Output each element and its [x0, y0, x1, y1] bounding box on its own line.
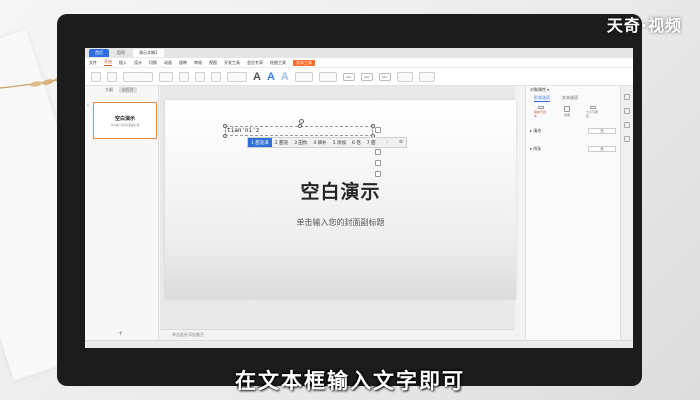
menu-item-start[interactable]: 开始 [104, 59, 112, 66]
panel-header[interactable]: 对象属性 ▾ [526, 86, 620, 94]
slide-thumbnail-panel: 大纲 幻灯片 1 空白演示 单击输入您的封面副标题 + [85, 86, 159, 340]
ime-next-page-icon[interactable]: › [386, 140, 391, 145]
resize-handle[interactable] [298, 124, 302, 128]
tab-daoke[interactable]: 稻壳 [111, 49, 131, 57]
line-row[interactable]: ▸ 线条 无 [526, 140, 620, 158]
menu-item-slideshow[interactable]: 放映 [179, 60, 187, 66]
text-direction-icon[interactable] [227, 71, 247, 82]
text-style-a-blue-icon[interactable]: A [267, 71, 275, 83]
layout-options-icon[interactable] [375, 127, 381, 133]
notes-pane[interactable]: 单击此处添加备注 [160, 329, 515, 340]
fill-and-line-icon[interactable]: 填充与线条 [534, 106, 548, 118]
new-slide-icon[interactable] [107, 71, 117, 82]
add-slide-icon[interactable]: + [118, 330, 123, 337]
menu-item-insert[interactable]: 插入 [119, 60, 127, 66]
side-tool-icon[interactable] [624, 136, 630, 142]
status-bar [85, 340, 633, 348]
menu-item-view[interactable]: 视图 [209, 60, 217, 66]
slide[interactable]: tian'ni'z 1 甜泥泽 2 甜泥 3 田你 4 填补 5 添加 6 恬 … [165, 100, 516, 299]
left-panel-tabs: 大纲 幻灯片 [85, 86, 158, 94]
menu-item-member[interactable]: 会员专享 [247, 60, 263, 66]
line-dropdown[interactable]: 无 [588, 146, 616, 152]
ime-candidate-bar: 1 甜泥泽 2 甜泥 3 田你 4 填补 5 添加 6 恬 7 甜 › ⚙ [247, 137, 407, 148]
video-caption: 在文本框输入文字即可 [235, 369, 465, 393]
slide-subtitle[interactable]: 单击输入您的封面副标题 [165, 217, 516, 228]
floating-toolbar [375, 127, 381, 177]
resize-handle[interactable] [223, 134, 227, 138]
ribbon-toolbar: A A A Abc Abc Abc [85, 68, 633, 86]
tab-document[interactable]: 演示文稿1 [133, 49, 164, 57]
text-box[interactable]: tian'ni'z [223, 124, 375, 138]
text-effect-icon[interactable] [318, 71, 337, 82]
tab-shape-options[interactable]: 形状选项 [534, 95, 550, 102]
panel-tabs: 形状选项 文本选项 [526, 94, 620, 102]
object-properties-panel: 对象属性 ▾ 形状选项 文本选项 填充与线条 效果 大小与属性 ▸ 填充 无 ▸… [525, 86, 620, 340]
tab-home[interactable]: 首页 [89, 49, 109, 57]
menu-item-text-tools[interactable]: 文本工具 [293, 59, 315, 66]
menu-item-review[interactable]: 审阅 [194, 60, 202, 66]
shape-style-1[interactable]: Abc [342, 72, 355, 81]
side-tool-icon[interactable] [624, 122, 630, 128]
menu-item-design[interactable]: 设计 [134, 60, 142, 66]
slide-canvas-area: tian'ni'z 1 甜泥泽 2 甜泥 3 田你 4 填补 5 添加 6 恬 … [160, 86, 516, 340]
paragraph-icon[interactable] [211, 71, 221, 82]
line-label: ▸ 线条 [530, 146, 542, 151]
menu-item-file[interactable]: 文件 [89, 60, 97, 66]
video-watermark: 天奇·视频 [606, 16, 682, 35]
shape-style-3[interactable]: Abc [378, 72, 391, 81]
text-style-a-outline-icon[interactable]: A [281, 71, 289, 83]
tab-slides[interactable]: 幻灯片 [119, 87, 137, 93]
right-side-toolbar [620, 86, 633, 340]
ime-candidate[interactable]: 2 甜泥 [272, 138, 291, 147]
app-window: 首页 稻壳 演示文稿1 文件 开始 插入 设计 切换 动画 放映 审阅 视图 开… [85, 48, 633, 348]
ime-candidate[interactable]: 4 填补 [310, 138, 329, 147]
thumb-number: 1 [87, 103, 89, 107]
ime-candidate[interactable]: 7 甜 [364, 138, 379, 147]
fill-icon[interactable] [375, 149, 381, 155]
resize-handle[interactable] [223, 124, 227, 128]
text-style-a-dark-icon[interactable]: A [253, 71, 261, 83]
fill-row[interactable]: ▸ 填充 无 [526, 122, 620, 140]
font-size-dropdown[interactable] [159, 71, 173, 82]
side-tool-icon[interactable] [624, 108, 630, 114]
thumb-title: 空白演示 [114, 115, 135, 122]
title-bar: 首页 稻壳 演示文稿1 [85, 48, 633, 58]
outline-icon[interactable] [375, 160, 381, 166]
slide-thumbnail[interactable]: 空白演示 单击输入您的封面副标题 [93, 102, 157, 139]
ime-candidate[interactable]: 1 甜泥泽 [248, 138, 272, 147]
menu-item-developer[interactable]: 开发工具 [224, 60, 240, 66]
menu-item-animation[interactable]: 动画 [164, 60, 172, 66]
bold-icon[interactable] [179, 71, 189, 82]
effects-icon[interactable]: 效果 [560, 106, 574, 118]
font-family-dropdown[interactable] [123, 71, 153, 82]
side-tool-icon[interactable] [624, 94, 630, 100]
ime-settings-icon[interactable]: ⚙ [399, 140, 406, 145]
tab-text-options[interactable]: 文本选项 [562, 95, 578, 101]
fill-label: ▸ 填充 [530, 128, 542, 133]
thumb-subtitle: 单击输入您的封面副标题 [110, 123, 140, 127]
fill-dropdown[interactable]: 无 [588, 128, 616, 134]
shape-outline-icon[interactable] [418, 71, 435, 82]
text-box-content[interactable]: tian'ni'z [227, 127, 260, 134]
panel-icon-row: 填充与线条 效果 大小与属性 [526, 102, 620, 122]
text-fill-icon[interactable] [294, 71, 313, 82]
shape-fill-icon[interactable] [396, 71, 413, 82]
size-properties-icon[interactable]: 大小与属性 [586, 106, 600, 118]
align-icon[interactable] [195, 71, 205, 82]
menu-item-drawing-tools[interactable]: 绘图工具 [270, 60, 286, 66]
menu-bar: 文件 开始 插入 设计 切换 动画 放映 审阅 视图 开发工具 会员专享 绘图工… [85, 58, 633, 68]
tab-outline[interactable]: 大纲 [105, 87, 113, 93]
ime-candidate[interactable]: 6 恬 [349, 138, 364, 147]
paste-icon[interactable] [91, 71, 101, 82]
ime-candidate[interactable]: 3 田你 [291, 138, 310, 147]
ime-candidate[interactable]: 5 添加 [330, 138, 349, 147]
shape-style-2[interactable]: Abc [360, 72, 373, 81]
slide-title[interactable]: 空白演示 [165, 177, 516, 204]
menu-item-transition[interactable]: 切换 [149, 60, 157, 66]
